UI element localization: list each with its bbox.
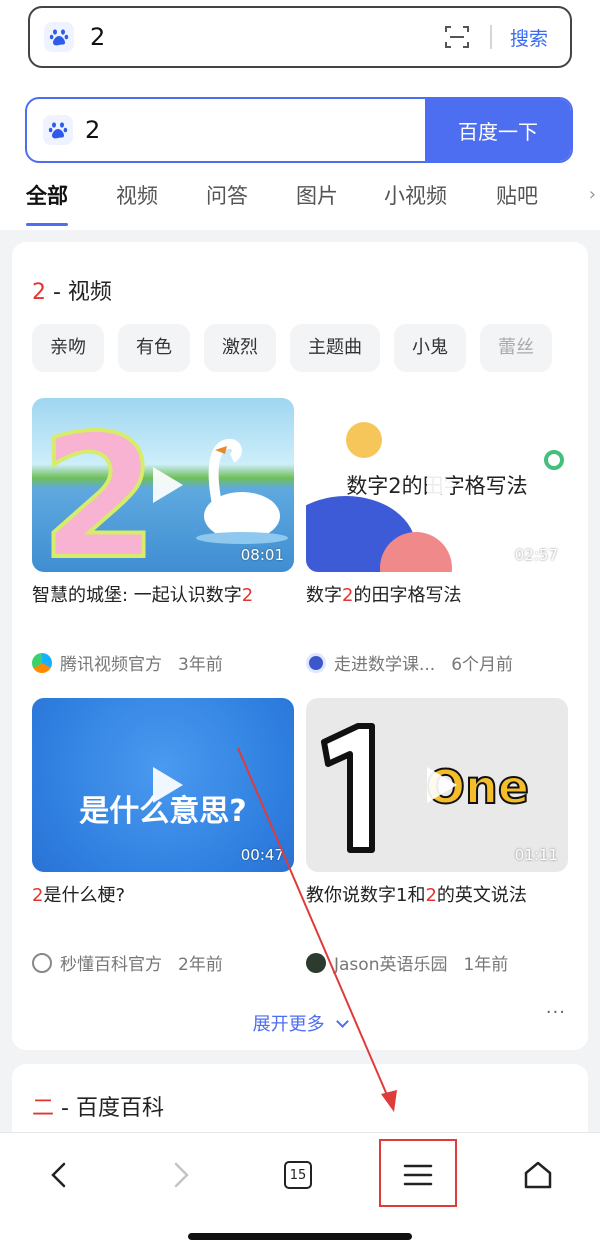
channel-avatar-icon: [306, 652, 326, 673]
card-title[interactable]: 2 - 视频: [32, 274, 112, 306]
channel-avatar-icon: [306, 952, 326, 973]
video-time: 1年前: [463, 955, 509, 975]
top-address-bar: 2 搜索: [0, 0, 600, 82]
video-title[interactable]: 2是什么梗?: [32, 882, 294, 938]
video-source[interactable]: 走进数学课...: [334, 650, 435, 675]
video-item[interactable]: 2 08:01 智慧的城堡: 一起认识数字2 腾讯视频官方 3年前: [32, 398, 294, 675]
baidu-paw-icon: [44, 22, 74, 52]
more-options-icon[interactable]: ···: [546, 1002, 566, 1023]
baidu-paw-icon: [43, 115, 73, 145]
tabs-count-icon: 15: [284, 1161, 312, 1189]
scan-icon[interactable]: [444, 24, 470, 50]
video-meta: Jason英语乐园 1年前: [306, 950, 568, 975]
tab-qa[interactable]: 问答: [206, 180, 248, 230]
address-query-text: 2: [90, 23, 106, 51]
video-meta: 走进数学课... 6个月前: [306, 650, 568, 675]
video-results-card: 2 - 视频 亲吻 有色 激烈 主题曲 小鬼 蕾丝 2 08:01 智慧的城堡: 一起认识…: [12, 242, 588, 1050]
video-duration: 08:01: [240, 546, 284, 564]
tencent-video-icon: [32, 652, 52, 673]
tabs-scroll-right-icon[interactable]: ›: [589, 184, 596, 205]
tabs-button[interactable]: 15: [268, 1145, 328, 1205]
chip[interactable]: 蕾丝: [480, 324, 552, 372]
video-item[interactable]: One 01:11 教你说数字1和2的英文说法 Jason英语乐园 1年前: [306, 698, 568, 975]
divider: [489, 25, 492, 49]
filter-chips: 亲吻 有色 激烈 主题曲 小鬼 蕾丝: [32, 324, 588, 372]
address-input[interactable]: 2 搜索: [28, 6, 572, 68]
results-header: 2 百度一下 全部 视频 问答 图片 小视频 贴吧 ›: [0, 82, 600, 230]
video-thumbnail[interactable]: 是什么意思? 00:47: [32, 698, 294, 872]
baike-result-card: 二 - 百度百科: [12, 1064, 588, 1132]
baike-card-title[interactable]: 二 - 百度百科: [32, 1090, 164, 1122]
forward-icon[interactable]: [150, 1145, 210, 1205]
back-icon[interactable]: [30, 1145, 90, 1205]
video-title[interactable]: 教你说数字1和2的英文说法: [306, 882, 568, 938]
chip[interactable]: 有色: [118, 324, 190, 372]
video-meta: 腾讯视频官方 3年前: [32, 650, 294, 675]
home-indicator[interactable]: [188, 1233, 412, 1240]
video-time: 6个月前: [451, 655, 514, 675]
video-duration: 00:47: [240, 846, 284, 864]
svg-text:2: 2: [40, 399, 158, 572]
video-thumbnail[interactable]: One 01:11: [306, 698, 568, 872]
chip[interactable]: 主题曲: [290, 324, 380, 372]
home-icon[interactable]: [508, 1145, 568, 1205]
search-box: 2 百度一下: [25, 97, 573, 163]
video-duration: 01:11: [514, 846, 558, 864]
tab-video[interactable]: 视频: [116, 180, 158, 230]
tab-images[interactable]: 图片: [296, 180, 338, 230]
tab-short-video[interactable]: 小视频: [384, 180, 447, 230]
address-search-button[interactable]: 搜索: [510, 24, 548, 51]
video-source[interactable]: Jason英语乐园: [334, 950, 447, 975]
video-source[interactable]: 腾讯视频官方: [60, 650, 162, 675]
baike-channel-icon: [32, 952, 52, 973]
video-duration: 02:57: [514, 546, 558, 564]
play-icon: [427, 767, 457, 803]
expand-more-button[interactable]: 展开更多: [12, 1010, 588, 1036]
chip[interactable]: 小鬼: [394, 324, 466, 372]
play-icon: [153, 767, 183, 803]
video-item[interactable]: 数字2的田字格写法 02:57 数字2的田字格写法 走进数学课... 6个月前: [306, 398, 568, 675]
play-icon: [427, 467, 457, 503]
chevron-down-icon: [336, 1015, 350, 1028]
tab-all[interactable]: 全部: [26, 180, 68, 230]
video-time: 3年前: [178, 655, 223, 675]
video-title[interactable]: 数字2的田字格写法: [306, 582, 568, 638]
chip[interactable]: 激烈: [204, 324, 276, 372]
menu-highlight-box: [379, 1139, 457, 1207]
video-item[interactable]: 是什么意思? 00:47 2是什么梗? 秒懂百科官方 2年前: [32, 698, 294, 975]
video-thumbnail[interactable]: 2 08:01: [32, 398, 294, 572]
video-meta: 秒懂百科官方 2年前: [32, 950, 294, 975]
video-source[interactable]: 秒懂百科官方: [60, 950, 162, 975]
tab-count: 15: [289, 1167, 307, 1183]
chip[interactable]: 亲吻: [32, 324, 104, 372]
baidu-search-button[interactable]: 百度一下: [425, 99, 571, 161]
search-results-page: 2 百度一下 全部 视频 问答 图片 小视频 贴吧 › 2 - 视频 亲吻 有色激…: [0, 82, 600, 1132]
video-time: 2年前: [178, 955, 223, 975]
video-title[interactable]: 智慧的城堡: 一起认识数字2: [32, 582, 294, 638]
tab-tieba[interactable]: 贴吧: [496, 180, 538, 230]
video-thumbnail[interactable]: 数字2的田字格写法 02:57: [306, 398, 568, 572]
search-input[interactable]: 2: [85, 116, 425, 144]
result-tabs: 全部 视频 问答 图片 小视频 贴吧 ›: [0, 180, 600, 230]
browser-bottom-nav: 15: [0, 1132, 600, 1248]
play-icon: [153, 467, 183, 503]
